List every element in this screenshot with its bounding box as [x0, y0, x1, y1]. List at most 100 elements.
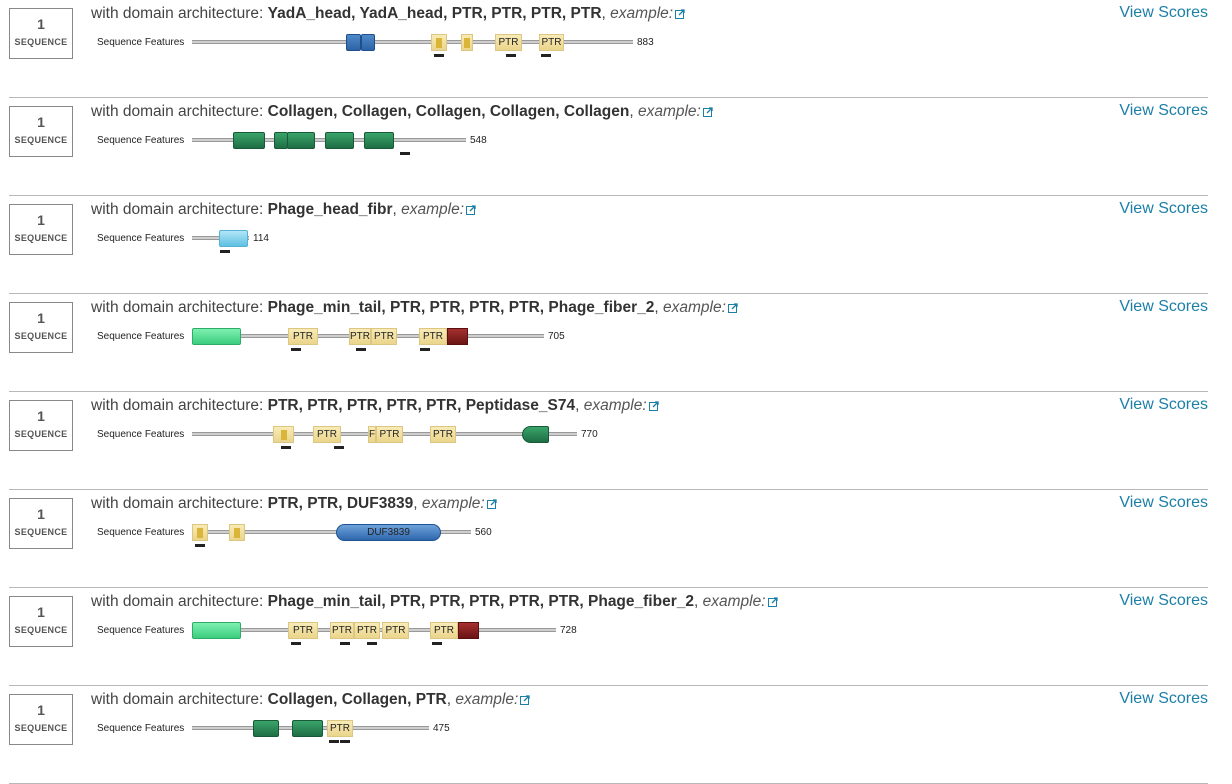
architecture-domains: Collagen, Collagen, Collagen, Collagen, … — [267, 103, 630, 120]
domain-block[interactable]: PTR — [430, 622, 458, 639]
domain-block[interactable]: PTR — [419, 328, 447, 345]
domain-block[interactable] — [364, 132, 394, 149]
view-scores-link[interactable]: View Scores — [1119, 396, 1208, 414]
domain-graphic[interactable]: Sequence Features 560 DUF3839 — [0, 516, 700, 550]
architecture-domains: PTR, PTR, DUF3839 — [267, 495, 414, 512]
external-link-icon[interactable] — [466, 205, 476, 215]
domain-block[interactable] — [461, 34, 473, 51]
sequence-length: 883 — [637, 37, 654, 48]
domain-block[interactable] — [361, 34, 375, 51]
domain-block[interactable] — [192, 622, 241, 639]
architecture-prefix: with domain architecture: — [91, 103, 264, 120]
domain-block[interactable] — [229, 524, 245, 541]
domain-graphic[interactable]: Sequence Features 770 PTR F PTR PTR — [0, 418, 700, 452]
domain-block[interactable] — [274, 132, 288, 149]
domain-block[interactable] — [292, 720, 323, 737]
external-link-icon[interactable] — [648, 401, 659, 411]
view-scores-link[interactable]: View Scores — [1119, 200, 1208, 218]
domain-graphic[interactable]: Sequence Features 883 PTR PTR — [0, 26, 700, 60]
domain-block[interactable] — [458, 622, 479, 639]
view-scores-link[interactable]: View Scores — [1119, 592, 1208, 610]
domain-block[interactable]: PTR — [288, 622, 318, 639]
motif-marker — [340, 642, 350, 645]
domain-block[interactable]: PTR — [376, 426, 403, 443]
domain-graphic[interactable]: Sequence Features 728 PTR PTR PTR PTR PTR — [0, 614, 700, 648]
motif-marker — [291, 348, 301, 351]
domain-graphic[interactable]: Sequence Features 705 PTR PTR PTR PTR — [0, 320, 700, 354]
view-scores-link[interactable]: View Scores — [1119, 102, 1208, 120]
domain-block[interactable] — [192, 524, 208, 541]
architecture-domains: Phage_min_tail, PTR, PTR, PTR, PTR, PTR,… — [267, 593, 694, 610]
example-link[interactable]: example: — [584, 397, 647, 414]
architecture-domains: Phage_head_fibr — [267, 201, 393, 218]
external-link-icon[interactable] — [767, 597, 778, 607]
sequence-length: 705 — [548, 331, 565, 342]
domain-block[interactable]: PTR — [430, 426, 456, 443]
view-scores-link[interactable]: View Scores — [1119, 690, 1208, 708]
domain-block[interactable] — [253, 720, 279, 737]
sequence-line — [192, 40, 633, 44]
domain-graphic[interactable]: Sequence Features 475 PTR — [0, 712, 700, 746]
architecture-prefix: with domain architecture: — [91, 495, 264, 512]
external-link-icon[interactable] — [486, 499, 497, 509]
sequence-features-label: Sequence Features — [97, 331, 185, 342]
domain-block[interactable] — [287, 132, 315, 149]
motif-marker — [434, 54, 444, 57]
example-link[interactable]: example: — [422, 495, 485, 512]
example-link[interactable]: example: — [663, 299, 726, 316]
sequence-features-label: Sequence Features — [97, 429, 185, 440]
view-scores-link[interactable]: View Scores — [1119, 298, 1208, 316]
sequence-features-label: Sequence Features — [97, 723, 185, 734]
domain-graphic[interactable]: Sequence Features 114 — [0, 222, 700, 256]
domain-block[interactable]: PTR — [330, 622, 354, 639]
domain-block[interactable] — [233, 132, 265, 149]
architecture-prefix: with domain architecture: — [91, 397, 264, 414]
motif-marker — [356, 348, 366, 351]
domain-block[interactable]: F — [368, 426, 376, 443]
example-link[interactable]: example: — [703, 593, 766, 610]
example-link[interactable]: example: — [401, 201, 464, 218]
domain-block[interactable]: PTR — [288, 328, 318, 345]
domain-block[interactable]: PTR — [539, 34, 564, 51]
motif-marker — [506, 54, 516, 57]
architecture-prefix: with domain architecture: — [91, 299, 264, 316]
domain-block[interactable]: PTR — [495, 34, 522, 51]
motif-marker — [220, 250, 230, 253]
domain-block[interactable] — [431, 34, 447, 51]
architecture-prefix: with domain architecture: — [91, 593, 264, 610]
external-link-icon[interactable] — [675, 9, 685, 19]
domain-block[interactable] — [325, 132, 354, 149]
motif-marker — [541, 54, 551, 57]
motif-marker — [334, 446, 344, 449]
sequence-length: 560 — [475, 527, 492, 538]
external-link-icon[interactable] — [520, 695, 530, 705]
domain-block[interactable]: PTR — [313, 426, 341, 443]
domain-block[interactable]: DUF3839 — [336, 524, 441, 541]
architecture-title: with domain architecture: Collagen, Coll… — [91, 103, 713, 121]
sequence-features-label: Sequence Features — [97, 37, 185, 48]
view-scores-link[interactable]: View Scores — [1119, 494, 1208, 512]
architecture-prefix: with domain architecture: — [91, 201, 264, 218]
architecture-row-8: 1 SEQUENCE with domain architecture: Col… — [0, 686, 1232, 784]
sequence-features-label: Sequence Features — [97, 135, 185, 146]
example-link[interactable]: example: — [610, 5, 673, 22]
domain-block[interactable]: PTR — [371, 328, 397, 345]
view-scores-link[interactable]: View Scores — [1119, 4, 1208, 22]
domain-block[interactable]: PTR — [354, 622, 380, 639]
domain-block[interactable] — [192, 328, 241, 345]
external-link-icon[interactable] — [727, 303, 738, 313]
domain-block[interactable]: PTR — [349, 328, 371, 345]
architecture-row-2: 1 SEQUENCE with domain architecture: Col… — [0, 98, 1232, 196]
external-link-icon[interactable] — [702, 107, 713, 117]
domain-block[interactable] — [447, 328, 468, 345]
example-link[interactable]: example: — [455, 691, 518, 708]
domain-block[interactable] — [219, 230, 248, 247]
domain-block[interactable]: PTR — [327, 720, 353, 737]
domain-block[interactable] — [273, 426, 294, 443]
domain-block[interactable] — [346, 34, 361, 51]
domain-block[interactable] — [522, 426, 549, 443]
example-link[interactable]: example: — [638, 103, 701, 120]
motif-marker — [432, 642, 442, 645]
domain-graphic[interactable]: Sequence Features 548 — [0, 124, 700, 158]
domain-block[interactable]: PTR — [382, 622, 409, 639]
